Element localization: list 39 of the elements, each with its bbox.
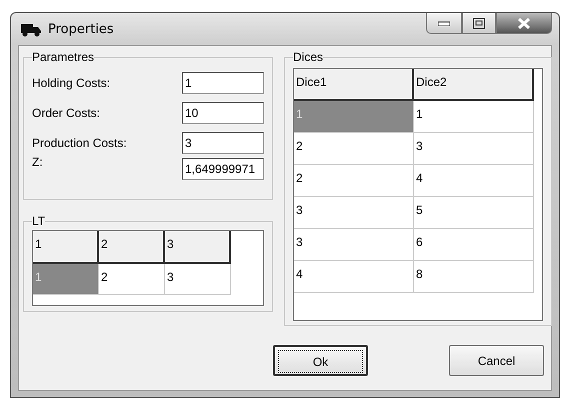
table-cell[interactable]: 4 [294,261,414,293]
table-cell[interactable]: 5 [414,197,534,229]
table-cell[interactable]: 1 [414,101,534,133]
table-cell[interactable]: 2 [99,264,165,295]
table-cell[interactable]: 3 [294,197,414,229]
group-title: Parametres [32,50,94,64]
ok-button[interactable]: Ok [273,345,368,376]
field-label: Holding Costs: [32,76,110,90]
group-title: Dices [293,50,324,64]
close-icon [517,18,531,28]
table-cell[interactable]: 2 [294,165,414,197]
column-header[interactable]: 1 [33,231,99,264]
table-cell[interactable]: 3 [414,133,534,165]
column-header[interactable]: Dice1 [294,69,414,101]
close-button[interactable] [496,13,552,34]
input-field[interactable]: 10 [182,102,264,124]
table-cell[interactable]: 2 [294,133,414,165]
group-title: LT [32,214,46,228]
column-header[interactable]: Dice2 [414,69,534,101]
maximize-icon [473,18,485,28]
column-header[interactable]: 3 [165,231,231,264]
truck-icon [20,22,42,36]
window-title: Properties [48,22,114,36]
maximize-button[interactable] [462,13,496,34]
field-label: Z: [32,155,43,169]
minimize-button[interactable] [426,13,462,34]
field-label: Order Costs: [32,106,100,120]
field-label: Production Costs: [32,136,127,150]
table-cell[interactable]: 4 [414,165,534,197]
input-field[interactable]: 3 [182,132,264,154]
column-header[interactable]: 2 [99,231,165,264]
table-cell[interactable]: 3 [294,229,414,261]
table-cell[interactable]: 6 [414,229,534,261]
input-field[interactable]: 1,649999971 [182,158,264,180]
minimize-icon [438,20,450,26]
table-cell[interactable]: 8 [414,261,534,293]
input-field[interactable]: 1 [182,72,264,94]
cancel-button[interactable]: Cancel [449,345,544,376]
table-cell[interactable]: 3 [165,264,231,295]
